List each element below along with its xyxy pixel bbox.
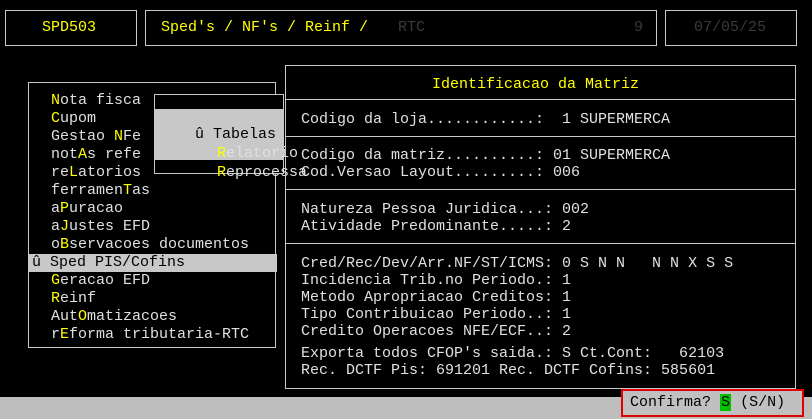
menu-item-text: a — [51, 218, 61, 235]
field-metodo-apropriacao: Metodo Apropriacao Creditos: 1 — [301, 289, 572, 306]
menu-item-text: ferramen — [51, 182, 124, 199]
menu-item[interactable]: Reinf — [29, 290, 277, 308]
menu-hotkey: C — [51, 110, 61, 127]
menu-item[interactable]: Geracao EFD — [29, 272, 277, 290]
menu-item-text: re — [51, 164, 70, 181]
menu-hotkey: J — [60, 218, 70, 235]
breadcrumb-dim: RTC — [398, 19, 426, 36]
submenu: û Tabelas ba Relatorio Reprocessa — [154, 94, 307, 181]
menu-hotkey: T — [123, 182, 133, 199]
divider — [286, 189, 795, 190]
field-exporta-cfop: Exporta todos CFOP's saida.: S Ct.Cont: … — [301, 345, 725, 362]
confirm-label: Confirma? — [630, 394, 712, 411]
divider — [286, 99, 795, 100]
menu-item[interactable]: aJustes EFD — [29, 218, 277, 236]
menu-item-text: not — [51, 146, 79, 163]
menu-hotkey: L — [69, 164, 79, 181]
menu-item-text: as — [132, 182, 151, 199]
divider — [286, 136, 795, 137]
menu-hotkey: G — [51, 272, 61, 289]
menu-item-text: ustes EFD — [69, 218, 151, 235]
menu-item-text: eracao EFD — [60, 272, 151, 289]
breadcrumb-field-dim: 9 — [634, 19, 644, 36]
identificacao-panel: Identificacao da Matriz Codigo da loja..… — [285, 65, 796, 389]
field-atividade-predominante: Atividade Predominante.....: 2 — [301, 218, 572, 235]
field-cod-versao-layout: Cod.Versao Layout.........: 006 — [301, 164, 581, 181]
field-tipo-contribuicao: Tipo Contribuicao Periodo..: 1 — [301, 306, 572, 323]
menu-hotkey: N — [114, 128, 124, 145]
menu-hotkey: B — [60, 236, 70, 253]
field-cred-rec-dev: Cred/Rec/Dev/Arr.NF/ST/ICMS: 0 S N N N N… — [301, 255, 734, 272]
menu-item-text: Sped PIS/Cofins — [50, 254, 186, 271]
menu-hotkey: P — [60, 200, 70, 217]
program-code-box: SPD503 — [5, 10, 137, 46]
selected-marker: û — [32, 254, 42, 271]
menu-item-text: Gestao — [51, 128, 115, 145]
menu-item-text: s refe — [87, 146, 142, 163]
field-natureza-pessoa: Natureza Pessoa Juridica...: 002 — [301, 201, 590, 218]
menu-hotkey: N — [51, 92, 61, 109]
menu-item-text: o — [51, 236, 61, 253]
menu-item-text: uracao — [69, 200, 124, 217]
menu-item-text: matizacoes — [87, 308, 178, 325]
menu-item-text: Aut — [51, 308, 79, 325]
menu-item[interactable]: oBservacoes documentos — [29, 236, 277, 254]
menu-item-text: servacoes documentos — [69, 236, 250, 253]
program-code: SPD503 — [42, 19, 97, 36]
menu-item[interactable]: aPuracao — [29, 200, 277, 218]
date-display: 07/05/25 — [694, 19, 767, 36]
menu-item[interactable]: rEforma tributaria-RTC — [29, 326, 277, 344]
confirm-answer-input[interactable]: S — [720, 394, 732, 411]
menu-hotkey: A — [78, 146, 88, 163]
divider — [286, 243, 795, 244]
menu-hotkey: R — [51, 290, 61, 307]
field-codigo-loja: Codigo da loja............: 1 SUPERMERCA — [301, 111, 671, 128]
menu-hotkey: O — [78, 308, 88, 325]
menu-item-text: r — [51, 326, 61, 343]
menu-item[interactable]: û Sped PIS/Cofins — [29, 254, 277, 272]
field-codigo-matriz: Codigo da matriz..........: 01 SUPERMERC… — [301, 147, 671, 164]
field-rec-dctf: Rec. DCTF Pis: 691201 Rec. DCTF Cofins: … — [301, 362, 716, 379]
field-credito-operacoes: Credito Operacoes NFE/ECF..: 2 — [301, 323, 572, 340]
menu-item[interactable]: AutOmatizacoes — [29, 308, 277, 326]
field-incidencia-trib: Incidencia Trib.no Periodo.: 1 — [301, 272, 572, 289]
confirm-options: (S/N) — [740, 394, 786, 411]
menu-item-text: a — [51, 200, 61, 217]
menu-hotkey: E — [60, 326, 70, 343]
menu-item-text: einf — [60, 290, 97, 307]
panel-title: Identificacao da Matriz — [432, 76, 640, 93]
breadcrumb: Sped's / NF's / Reinf / — [161, 19, 369, 36]
menu-item-text: atorios — [78, 164, 142, 181]
submenu-hotkey: R — [217, 164, 227, 181]
menu-item-text: forma tributaria-RTC — [69, 326, 250, 343]
menu-item-text: Fe — [123, 128, 142, 145]
menu-item-text: upom — [60, 110, 97, 127]
breadcrumb-box: Sped's / NF's / Reinf / RTC 9 — [145, 10, 657, 46]
date-box: 07/05/25 — [665, 10, 797, 46]
confirm-prompt[interactable]: Confirma? S (S/N) — [621, 389, 804, 417]
menu-item-text: ota fisca — [60, 92, 142, 109]
